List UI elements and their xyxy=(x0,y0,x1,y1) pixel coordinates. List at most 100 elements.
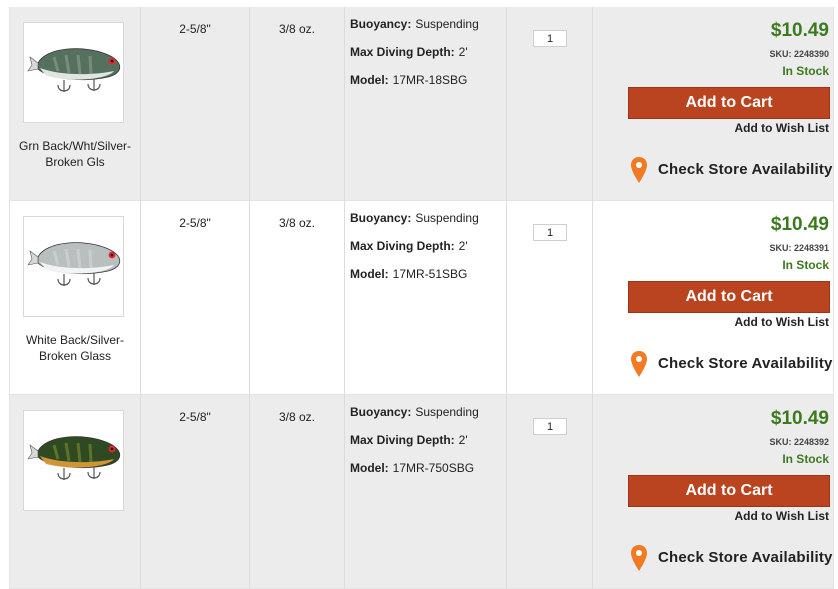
depth-value: 2' xyxy=(458,45,468,59)
tail-treble-hook xyxy=(87,273,101,285)
stock-status: In Stock xyxy=(782,452,829,466)
model-spec: Model: 17MR-18SBG xyxy=(350,73,467,87)
buoyancy-value: Suspending xyxy=(415,405,479,419)
length-value: 2-5/8" xyxy=(179,216,211,230)
depth-label: Max Diving Depth: xyxy=(350,239,455,253)
map-pin-icon xyxy=(631,545,647,571)
buoyancy-value: Suspending xyxy=(415,211,479,225)
add-to-wish-list-link[interactable]: Add to Wish List xyxy=(734,315,829,329)
length-cell: 2-5/8" xyxy=(140,201,249,394)
sku-number: SKU: 2248392 xyxy=(769,437,829,447)
quantity-cell xyxy=(506,395,592,588)
check-store-availability-label: Check Store Availability xyxy=(658,549,833,566)
weight-cell: 3/8 oz. xyxy=(249,7,344,200)
check-store-availability-label: Check Store Availability xyxy=(658,161,833,178)
depth-spec: Max Diving Depth: 2' xyxy=(350,45,468,59)
weight-value: 3/8 oz. xyxy=(278,410,316,424)
buoyancy-spec: Buoyancy: Suspending xyxy=(350,405,479,419)
variant-row: 2-5/8" 3/8 oz. Buoyancy: Suspending Max D… xyxy=(9,395,834,589)
model-spec: Model: 17MR-750SBG xyxy=(350,461,474,475)
sku-number: SKU: 2248390 xyxy=(769,49,829,59)
lure-tail xyxy=(27,56,39,72)
lure-tail xyxy=(27,444,39,460)
add-to-cart-button[interactable]: Add to Cart xyxy=(628,281,830,313)
depth-label: Max Diving Depth: xyxy=(350,45,455,59)
model-label: Model: xyxy=(350,461,389,475)
check-store-availability-link[interactable]: Check Store Availability xyxy=(631,543,836,573)
model-spec: Model: 17MR-51SBG xyxy=(350,267,467,281)
length-cell: 2-5/8" xyxy=(140,395,249,588)
price: $10.49 xyxy=(770,20,829,41)
specs-cell: Buoyancy: Suspending Max Diving Depth: 2' … xyxy=(344,395,506,588)
product-variants-table: Grn Back/Wht/Silver-Broken Gls 2-5/8" 3/… xyxy=(0,0,838,589)
map-pin-icon xyxy=(631,157,647,183)
tail-treble-hook xyxy=(87,467,101,479)
tail-treble-hook xyxy=(87,79,101,91)
stock-status: In Stock xyxy=(782,64,829,78)
sku-number: SKU: 2248391 xyxy=(769,243,829,253)
belly-treble-hook xyxy=(57,80,71,92)
variant-image-cell: Grn Back/Wht/Silver-Broken Gls xyxy=(10,7,140,200)
depth-value: 2' xyxy=(458,239,468,253)
depth-label: Max Diving Depth: xyxy=(350,433,455,447)
lure-image xyxy=(27,436,121,480)
variant-color-name: White Back/Silver-Broken Glass xyxy=(25,333,125,363)
add-to-wish-list-link[interactable]: Add to Wish List xyxy=(734,509,829,523)
check-store-availability-link[interactable]: Check Store Availability xyxy=(631,349,836,379)
check-store-availability-link[interactable]: Check Store Availability xyxy=(631,155,836,185)
purchase-cell: $10.49 SKU: 2248392 In Stock Add to Cart… xyxy=(592,395,835,588)
weight-cell: 3/8 oz. xyxy=(249,395,344,588)
variant-color-name: Grn Back/Wht/Silver-Broken Gls xyxy=(18,139,132,169)
add-to-wish-list-link[interactable]: Add to Wish List xyxy=(734,121,829,135)
add-to-cart-button[interactable]: Add to Cart xyxy=(628,475,830,507)
model-value: 17MR-51SBG xyxy=(392,267,468,281)
weight-value: 3/8 oz. xyxy=(278,216,316,230)
buoyancy-label: Buoyancy: xyxy=(350,405,412,419)
price: $10.49 xyxy=(770,408,829,429)
quantity-input[interactable] xyxy=(533,224,567,241)
buoyancy-label: Buoyancy: xyxy=(350,17,412,31)
variant-image-cell xyxy=(10,395,140,588)
variant-row: Grn Back/Wht/Silver-Broken Gls 2-5/8" 3/… xyxy=(9,7,834,201)
model-value: 17MR-750SBG xyxy=(392,461,475,475)
model-label: Model: xyxy=(350,73,389,87)
lure-thumbnail[interactable] xyxy=(23,410,124,511)
add-to-cart-button[interactable]: Add to Cart xyxy=(628,87,830,119)
specs-cell: Buoyancy: Suspending Max Diving Depth: 2' … xyxy=(344,201,506,394)
quantity-cell xyxy=(506,7,592,200)
lure-thumbnail[interactable] xyxy=(23,22,124,123)
depth-spec: Max Diving Depth: 2' xyxy=(350,239,468,253)
lure-thumbnail[interactable] xyxy=(23,216,124,317)
length-value: 2-5/8" xyxy=(179,22,211,36)
lure-pupil xyxy=(110,447,114,451)
lure-tail xyxy=(27,250,39,266)
specs-cell: Buoyancy: Suspending Max Diving Depth: 2' … xyxy=(344,7,506,200)
map-pin-icon xyxy=(631,351,647,377)
lure-image xyxy=(27,48,121,92)
buoyancy-spec: Buoyancy: Suspending xyxy=(350,211,479,225)
purchase-cell: $10.49 SKU: 2248391 In Stock Add to Cart… xyxy=(592,201,835,394)
weight-cell: 3/8 oz. xyxy=(249,201,344,394)
buoyancy-value: Suspending xyxy=(415,17,479,31)
length-cell: 2-5/8" xyxy=(140,7,249,200)
depth-value: 2' xyxy=(458,433,468,447)
lure-pupil xyxy=(110,253,114,257)
check-store-availability-label: Check Store Availability xyxy=(658,355,833,372)
belly-treble-hook xyxy=(57,468,71,480)
variant-row: White Back/Silver-Broken Glass 2-5/8" 3/… xyxy=(9,201,834,395)
weight-value: 3/8 oz. xyxy=(278,22,316,36)
purchase-cell: $10.49 SKU: 2248390 In Stock Add to Cart… xyxy=(592,7,835,200)
variant-image-cell: White Back/Silver-Broken Glass xyxy=(10,201,140,394)
length-value: 2-5/8" xyxy=(179,410,211,424)
lure-image xyxy=(27,242,121,286)
depth-spec: Max Diving Depth: 2' xyxy=(350,433,468,447)
model-label: Model: xyxy=(350,267,389,281)
lure-pupil xyxy=(110,59,114,63)
belly-treble-hook xyxy=(57,274,71,286)
stock-status: In Stock xyxy=(782,258,829,272)
quantity-input[interactable] xyxy=(533,30,567,47)
quantity-input[interactable] xyxy=(533,418,567,435)
model-value: 17MR-18SBG xyxy=(392,73,468,87)
buoyancy-spec: Buoyancy: Suspending xyxy=(350,17,479,31)
quantity-cell xyxy=(506,201,592,394)
